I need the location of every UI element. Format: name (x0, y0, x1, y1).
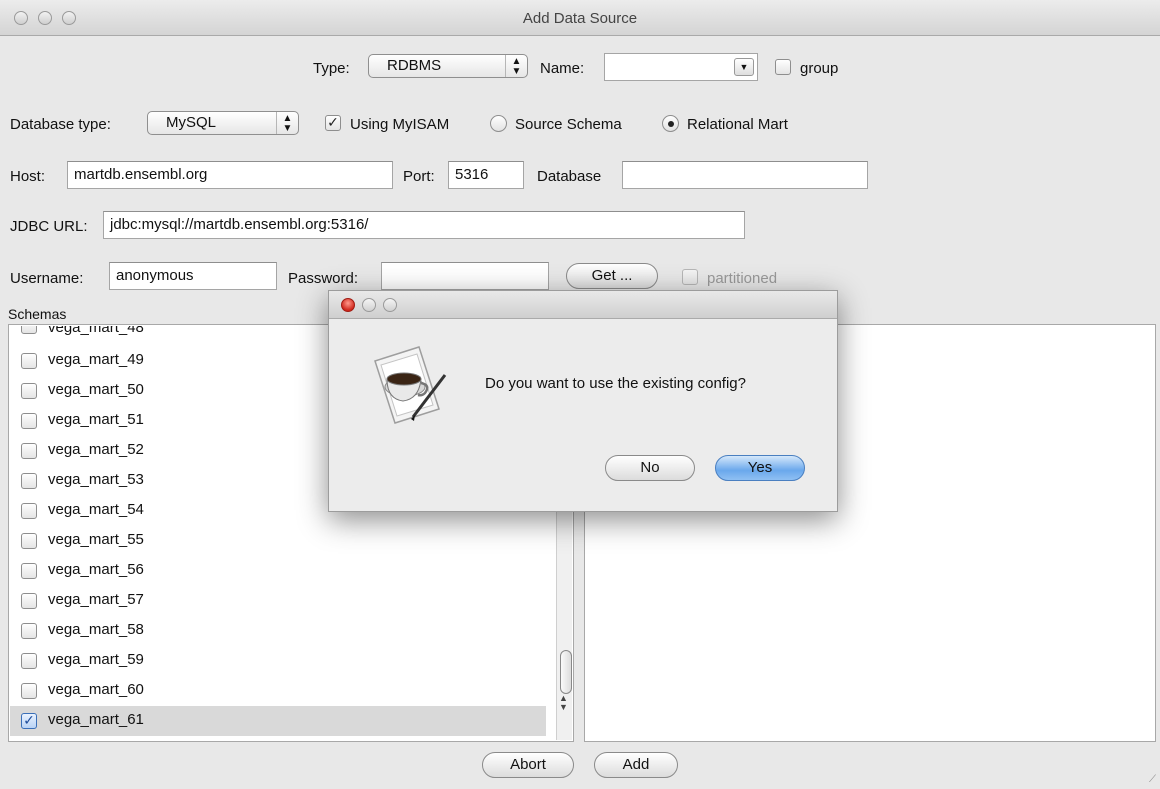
schema-label: vega_mart_54 (48, 501, 144, 518)
existing-config-dialog: Do you want to use the existing config? … (328, 290, 838, 512)
database-label: Database (537, 168, 602, 185)
schema-list-item[interactable]: vega_mart_60 (10, 676, 546, 706)
schemas-header: Schemas (8, 306, 67, 322)
source-schema-label: Source Schema (515, 116, 622, 133)
up-down-arrows-icon: ▲ ▼ (505, 55, 527, 77)
schema-checkbox[interactable] (21, 473, 37, 489)
schema-label: vega_mart_52 (48, 441, 144, 458)
type-select-value: RDBMS (387, 57, 442, 74)
resize-grip-icon[interactable]: ⟋ (1149, 774, 1156, 785)
up-down-arrows-icon: ▲ ▼ (276, 112, 298, 134)
dialog-minimize-icon[interactable] (362, 298, 376, 312)
dropdown-arrow-icon[interactable]: ▼ (734, 58, 754, 76)
schema-list-item[interactable]: vega_mart_56 (10, 556, 546, 586)
schema-checkbox[interactable] (21, 353, 37, 369)
type-label: Type: (313, 60, 350, 77)
add-data-source-window: Add Data Source Type: RDBMS ▲ ▼ Name: ▼ g… (0, 0, 1160, 789)
schema-label: vega_mart_60 (48, 681, 144, 698)
host-label: Host: (10, 168, 46, 185)
using-myisam-checkbox[interactable]: ✓ (325, 115, 341, 131)
name-label: Name: (540, 60, 585, 77)
schema-checkbox[interactable] (21, 533, 37, 549)
abort-button[interactable]: Abort (482, 752, 574, 778)
coffee-cup-app-icon (374, 346, 447, 424)
schema-checkbox[interactable] (21, 326, 37, 334)
scrollbar-thumb[interactable] (560, 650, 572, 694)
schema-label: vega_mart_61 (48, 711, 144, 728)
schema-list-item[interactable]: ✓ vega_mart_61 (10, 706, 546, 736)
schema-checkbox[interactable]: ✓ (21, 713, 37, 729)
port-input[interactable]: 5316 (448, 161, 524, 189)
type-select[interactable]: RDBMS ▲ ▼ (368, 54, 528, 78)
schema-label: vega_mart_57 (48, 591, 144, 608)
radio-selected-dot (668, 121, 674, 127)
relational-mart-radio[interactable] (662, 115, 679, 132)
username-label: Username: (10, 270, 84, 287)
schema-label: vega_mart_49 (48, 351, 144, 368)
group-checkbox[interactable] (775, 59, 791, 75)
password-input[interactable] (381, 262, 549, 290)
schema-checkbox[interactable] (21, 653, 37, 669)
schema-list-item[interactable]: vega_mart_57 (10, 586, 546, 616)
schema-checkbox[interactable] (21, 623, 37, 639)
schema-label: vega_mart_59 (48, 651, 144, 668)
window-title: Add Data Source (522, 10, 638, 27)
schema-checkbox[interactable] (21, 413, 37, 429)
port-label: Port: (403, 168, 435, 185)
schema-list-item[interactable]: vega_mart_58 (10, 616, 546, 646)
partitioned-checkbox[interactable] (682, 269, 698, 285)
schema-label: vega_mart_53 (48, 471, 144, 488)
schema-list-item[interactable]: vega_mart_55 (10, 526, 546, 556)
schema-label: vega_mart_48 (48, 326, 144, 336)
schema-checkbox[interactable] (21, 383, 37, 399)
schema-label: vega_mart_51 (48, 411, 144, 428)
password-label: Password: (288, 270, 359, 287)
database-type-label: Database type: (10, 116, 111, 133)
yes-button[interactable]: Yes (715, 455, 805, 481)
schema-checkbox[interactable] (21, 593, 37, 609)
schema-label: vega_mart_56 (48, 561, 144, 578)
schema-label: vega_mart_58 (48, 621, 144, 638)
dialog-title-bar (329, 291, 837, 319)
add-button[interactable]: Add (594, 752, 678, 778)
schema-checkbox[interactable] (21, 503, 37, 519)
schema-label: vega_mart_50 (48, 381, 144, 398)
dialog-zoom-icon[interactable] (383, 298, 397, 312)
schema-checkbox[interactable] (21, 563, 37, 579)
using-myisam-label: Using MyISAM (350, 116, 450, 133)
database-type-select-value: MySQL (166, 114, 217, 131)
no-button[interactable]: No (605, 455, 695, 481)
jdbc-url-label: JDBC URL: (10, 218, 88, 235)
title-bar: Add Data Source (0, 0, 1160, 36)
dialog-message: Do you want to use the existing config? (485, 375, 746, 392)
username-input[interactable]: anonymous (109, 262, 277, 290)
schema-checkbox[interactable] (21, 443, 37, 459)
partitioned-label: partitioned (707, 270, 778, 287)
schema-checkbox[interactable] (21, 683, 37, 699)
scroll-arrows-icon[interactable]: ▲ ▼ (559, 694, 568, 712)
database-input[interactable] (622, 161, 868, 189)
group-label: group (800, 60, 839, 77)
get-button[interactable]: Get ... (566, 263, 658, 289)
relational-mart-label: Relational Mart (687, 116, 788, 133)
database-type-select[interactable]: MySQL ▲ ▼ (147, 111, 299, 135)
jdbc-url-input[interactable]: jdbc:mysql://martdb.ensembl.org:5316/ (103, 211, 745, 239)
schema-label: vega_mart_55 (48, 531, 144, 548)
source-schema-radio[interactable] (490, 115, 507, 132)
host-input[interactable]: martdb.ensembl.org (67, 161, 393, 189)
schema-list-item[interactable]: vega_mart_59 (10, 646, 546, 676)
name-combobox[interactable]: ▼ (604, 53, 758, 81)
dialog-close-icon[interactable] (341, 298, 355, 312)
